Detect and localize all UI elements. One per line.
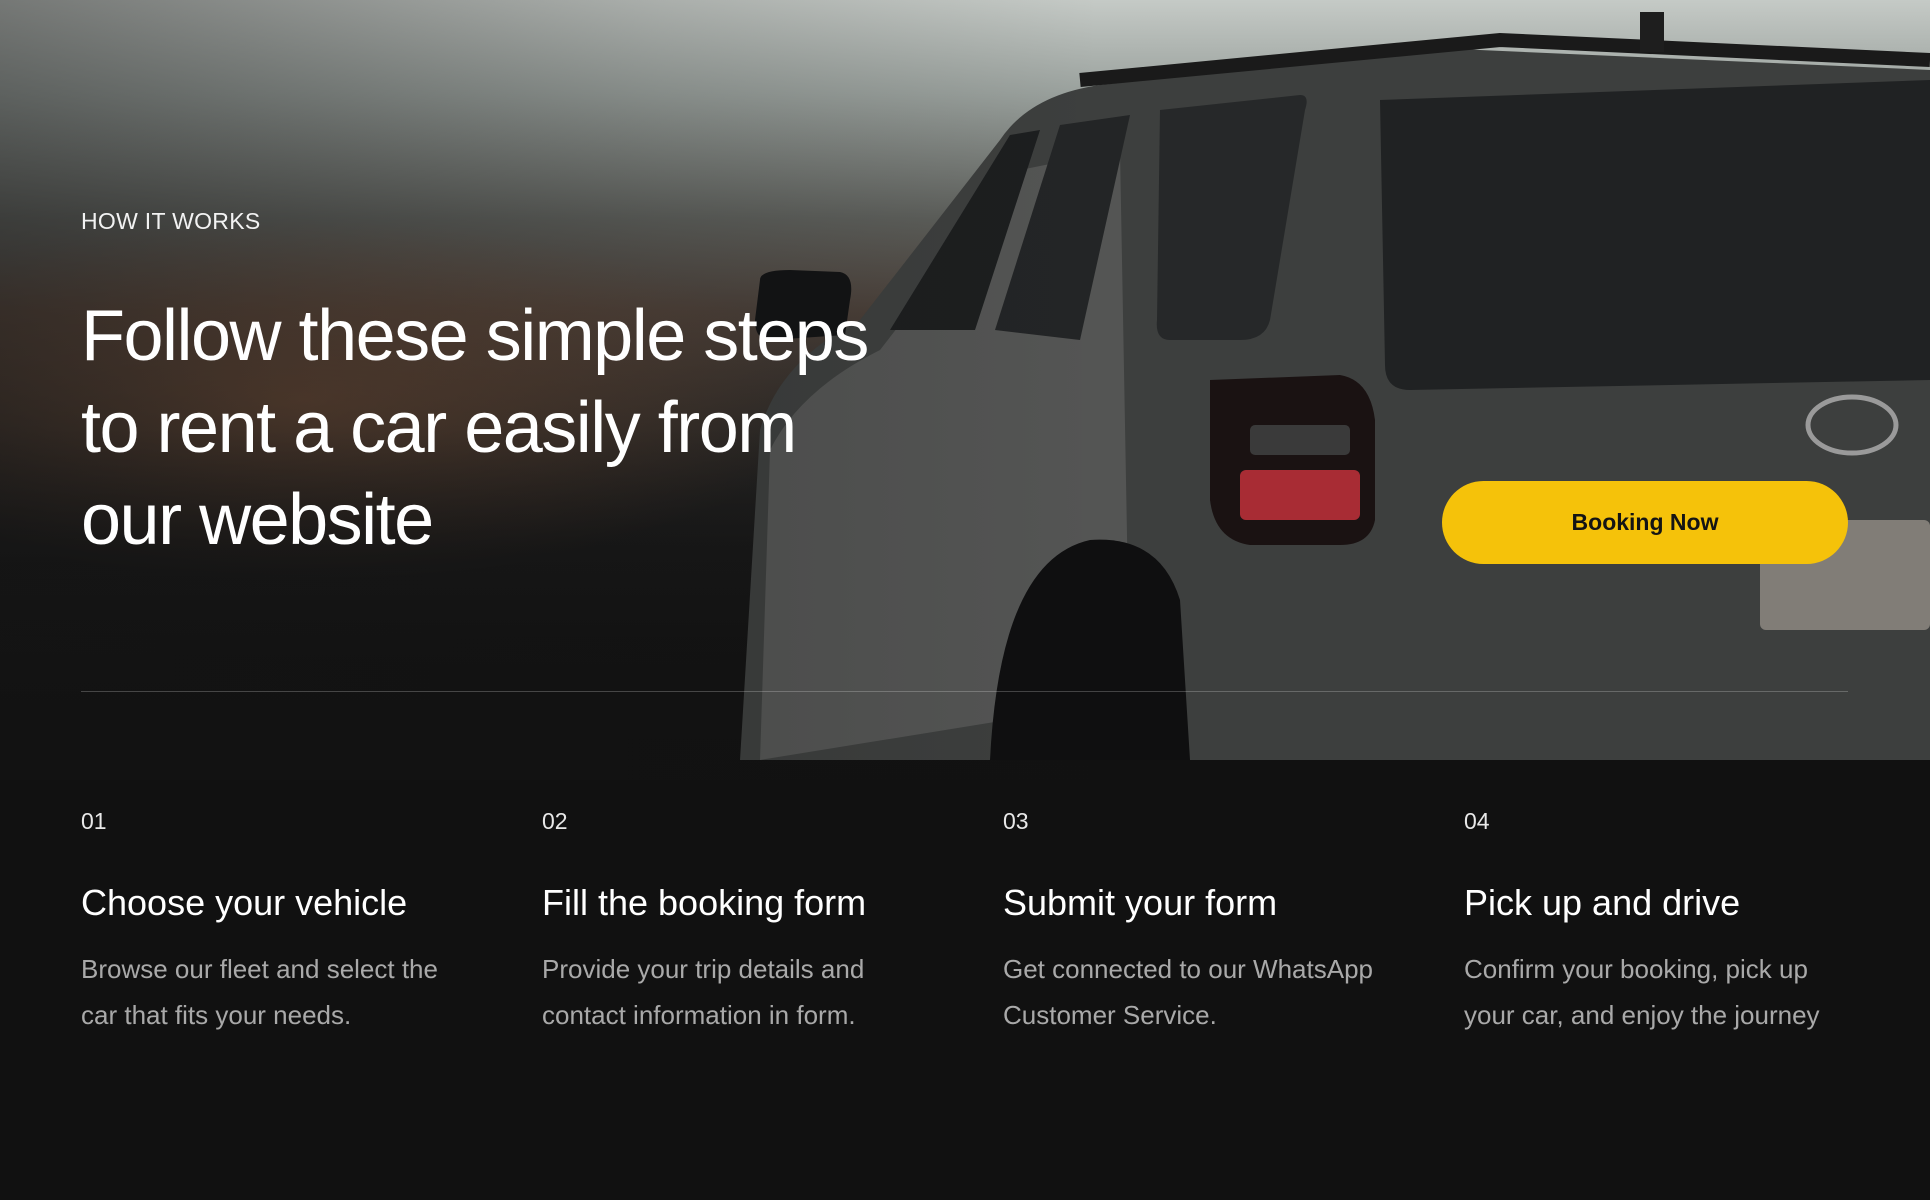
step-item: 01 Choose your vehicle Browse our fleet … xyxy=(81,808,542,1038)
step-title: Choose your vehicle xyxy=(81,882,408,923)
step-number: 02 xyxy=(542,808,568,834)
step-title: Submit your form xyxy=(1003,882,1278,923)
how-it-works-section: HOW IT WORKS Follow these simple steps t… xyxy=(0,0,1930,1200)
step-item: 04 Pick up and drive Confirm your bookin… xyxy=(1464,808,1848,1038)
step-number: 03 xyxy=(1003,808,1029,834)
step-description: Provide your trip details and contact in… xyxy=(542,954,865,1030)
step-item: 03 Submit your form Get connected to our… xyxy=(1003,808,1464,1038)
step-number: 01 xyxy=(81,808,107,834)
step-description: Browse our fleet and select the car that… xyxy=(81,954,438,1030)
step-title: Fill the booking form xyxy=(542,882,867,923)
step-description: Get connected to our WhatsApp Customer S… xyxy=(1003,954,1373,1030)
section-divider xyxy=(81,691,1848,692)
section-headline: Follow these simple steps to rent a car … xyxy=(81,296,869,560)
step-title: Pick up and drive xyxy=(1464,882,1741,923)
section-eyebrow: HOW IT WORKS xyxy=(81,208,261,234)
step-item: 02 Fill the booking form Provide your tr… xyxy=(542,808,1003,1038)
booking-now-button[interactable]: Booking Now xyxy=(1442,481,1848,564)
step-description: Confirm your booking, pick up your car, … xyxy=(1464,954,1820,1030)
steps-list: 01 Choose your vehicle Browse our fleet … xyxy=(81,808,1848,1038)
step-number: 04 xyxy=(1464,808,1490,834)
